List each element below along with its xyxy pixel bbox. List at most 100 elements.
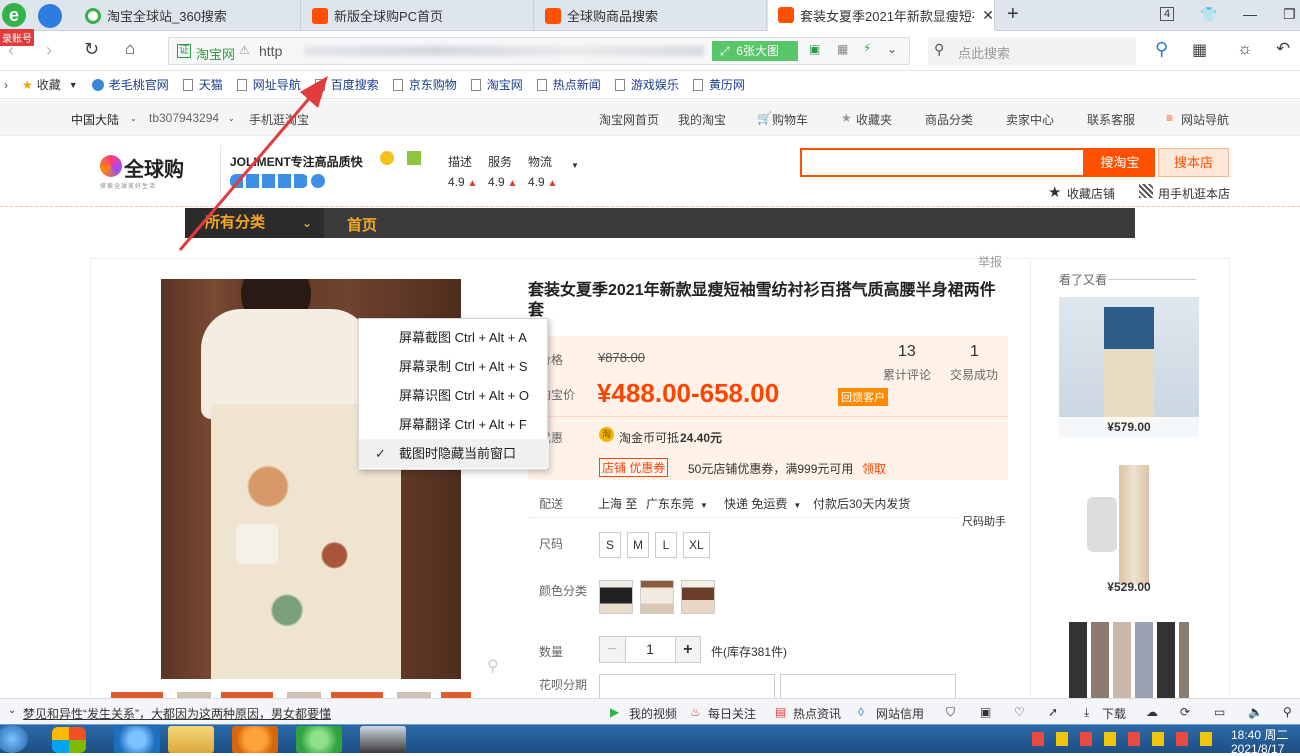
search-taobao-button[interactable]: 搜淘宝 (1085, 148, 1155, 177)
quantity-input[interactable]: 1 (626, 637, 675, 662)
sun-icon[interactable]: ☼ (1237, 39, 1253, 59)
shop-search-input[interactable] (800, 148, 1085, 177)
speaker-icon[interactable]: 🔈 (1248, 705, 1263, 719)
tab-global-home[interactable]: 新版全球购PC首页 (302, 0, 534, 31)
menu-item-hide-window[interactable]: ✓ 截图时隐藏当前窗口 (359, 439, 549, 468)
color-swatch-black[interactable] (599, 580, 633, 614)
tray-icons[interactable] (1032, 732, 1217, 746)
apps-icon[interactable]: ▦ (1192, 40, 1207, 60)
start-button[interactable] (0, 725, 28, 753)
heart-icon[interactable]: ♡ (1014, 705, 1025, 719)
favorites-link[interactable]: 收藏夹 (856, 111, 892, 128)
my-taobao-link[interactable]: 我的淘宝 (678, 111, 726, 128)
quantity-minus-button[interactable]: − (600, 637, 626, 662)
size-helper-link[interactable]: 尺码助手 (962, 513, 1006, 529)
grid-icon[interactable]: ▦ (837, 42, 848, 56)
bookmark-favorites[interactable]: ★ 收藏 ▼ (22, 76, 78, 93)
hot-news-link[interactable]: 热点资讯 (793, 705, 841, 722)
color-swatch-print[interactable] (681, 580, 715, 614)
zoom-icon[interactable]: ⚲ (1283, 705, 1292, 719)
browser-360-icon[interactable] (296, 726, 342, 753)
url-field[interactable]: 证 淘宝网 ⚠ http ⤢ 6张大图 ▣ ▦ ⚡ ⌄ (168, 37, 910, 65)
credit-link[interactable]: 网站信用 (876, 705, 924, 722)
service-link[interactable]: 联系客服 (1087, 111, 1135, 128)
daily-link[interactable]: 每日关注 (708, 705, 756, 722)
download-app-icon[interactable] (232, 726, 278, 753)
search-input[interactable]: ⚲ 点此搜索 (928, 37, 1136, 65)
avatar-icon[interactable] (360, 726, 406, 753)
size-option-xl[interactable]: XL (683, 532, 710, 558)
tab-count-badge[interactable]: 4 (1160, 7, 1175, 21)
claim-coupon-link[interactable]: 领取 (862, 460, 886, 477)
size-option-l[interactable]: L (655, 532, 677, 558)
chevron-down-icon[interactable]: ⌄ (8, 705, 16, 716)
tab-product[interactable]: 套装女夏季2021年新款显瘦短袖 ✕ (768, 0, 995, 31)
bookmark-jd[interactable]: 京东购物 (392, 76, 457, 93)
bookmark-expand-icon[interactable]: › (4, 78, 8, 92)
site-nav-link[interactable]: 网站导航 (1181, 111, 1229, 128)
home-icon[interactable]: ⌂ (125, 39, 135, 59)
recommend-item[interactable]: ¥529.00 (1059, 457, 1199, 597)
reviews-label[interactable]: 累计评论 (883, 366, 931, 383)
new-tab-button[interactable]: + (1007, 3, 1019, 26)
refresh-icon[interactable]: ↻ (84, 39, 99, 60)
cart-link[interactable]: 购物车 (772, 111, 808, 128)
home-link[interactable]: 淘宝网首页 (599, 111, 659, 128)
forward-icon[interactable]: › (46, 40, 52, 61)
undo-icon[interactable]: ↶ (1276, 39, 1290, 59)
image-mode-button[interactable]: ⤢ 6张大图 (712, 41, 798, 61)
bookmark-games[interactable]: 游戏娱乐 (614, 76, 679, 93)
bookmark-laomaotao[interactable]: 老毛桃官网 (91, 76, 169, 93)
clock-time[interactable]: 18:40 周二 (1231, 726, 1288, 743)
image-icon[interactable]: ▣ (980, 705, 991, 719)
zoom-icon[interactable]: ⚲ (487, 656, 499, 676)
bookmark-taobao[interactable]: 淘宝网 (470, 76, 523, 93)
sync-icon[interactable]: ⟳ (1180, 705, 1190, 719)
size-option-m[interactable]: M (627, 532, 649, 558)
recommend-item[interactable] (1059, 622, 1199, 698)
color-swatch-white[interactable] (640, 580, 674, 614)
bookmark-news[interactable]: 热点新闻 (536, 76, 601, 93)
download-link[interactable]: 下载 (1102, 705, 1126, 722)
menu-item-translate[interactable]: 屏幕翻译 Ctrl + Alt + F (359, 410, 549, 439)
close-tab-icon[interactable]: ✕ (982, 7, 994, 24)
shop-home-link[interactable]: 首页 (347, 214, 377, 235)
shirt-icon[interactable]: 👕 (1200, 6, 1217, 23)
menu-item-screenshot[interactable]: 屏幕截图 Ctrl + Alt + A (359, 323, 549, 352)
caret-down-icon[interactable]: ▼ (571, 161, 579, 170)
windows-logo-icon[interactable] (52, 727, 86, 753)
search-shop-button[interactable]: 搜本店 (1158, 148, 1229, 177)
mobile-shop-link[interactable]: 用手机逛本店 (1158, 185, 1230, 202)
ie-icon[interactable] (114, 726, 160, 753)
my-video-link[interactable]: 我的视频 (629, 705, 677, 722)
explorer-icon[interactable] (168, 726, 214, 753)
account-badge[interactable]: 录账号 (0, 29, 34, 46)
browser-logo-icon[interactable]: e (2, 3, 26, 27)
seller-link[interactable]: 卖家中心 (1006, 111, 1054, 128)
window-icon[interactable]: ▭ (1214, 705, 1225, 719)
restore-icon[interactable]: ❐ (1283, 6, 1296, 23)
report-link[interactable]: 举报 (975, 253, 1006, 270)
menu-item-recognize[interactable]: 屏幕识图 Ctrl + Alt + O (359, 381, 549, 410)
lightning-icon[interactable]: ⚡ (863, 41, 871, 55)
picture-icon[interactable]: ▣ (809, 42, 820, 56)
news-ticker[interactable]: 梦见和异性“发生关系”，大都因为这两种原因，男女都要懂 (23, 705, 331, 722)
search-go-icon[interactable]: ⚲ (1155, 39, 1168, 60)
size-option-s[interactable]: S (599, 532, 621, 558)
ship-to-selector[interactable]: 广东东莞 ▼ (646, 495, 708, 512)
shield-icon[interactable]: ⛉ (946, 705, 955, 720)
cloud-icon[interactable]: ☁ (1146, 705, 1158, 719)
fav-shop-link[interactable]: 收藏店铺 (1067, 185, 1115, 202)
chevron-down-icon[interactable]: ⌄ (887, 42, 897, 56)
quantity-plus-button[interactable]: + (674, 637, 700, 662)
categories-link[interactable]: 商品分类 (925, 111, 973, 128)
compass-icon[interactable] (38, 4, 62, 28)
bookmark-calendar[interactable]: 黄历网 (692, 76, 745, 93)
tab-global-search[interactable]: 全球购商品搜索 (535, 0, 767, 31)
recommend-item[interactable]: ¥579.00 (1059, 297, 1199, 437)
region-selector[interactable]: 中国大陆 (71, 111, 119, 128)
rocket-icon[interactable]: ➚ (1048, 705, 1058, 719)
minimize-icon[interactable]: — (1243, 6, 1257, 22)
menu-item-record[interactable]: 屏幕录制 Ctrl + Alt + S (359, 352, 549, 381)
ship-method-selector[interactable]: 快递 免运费 ▼ (724, 495, 801, 512)
